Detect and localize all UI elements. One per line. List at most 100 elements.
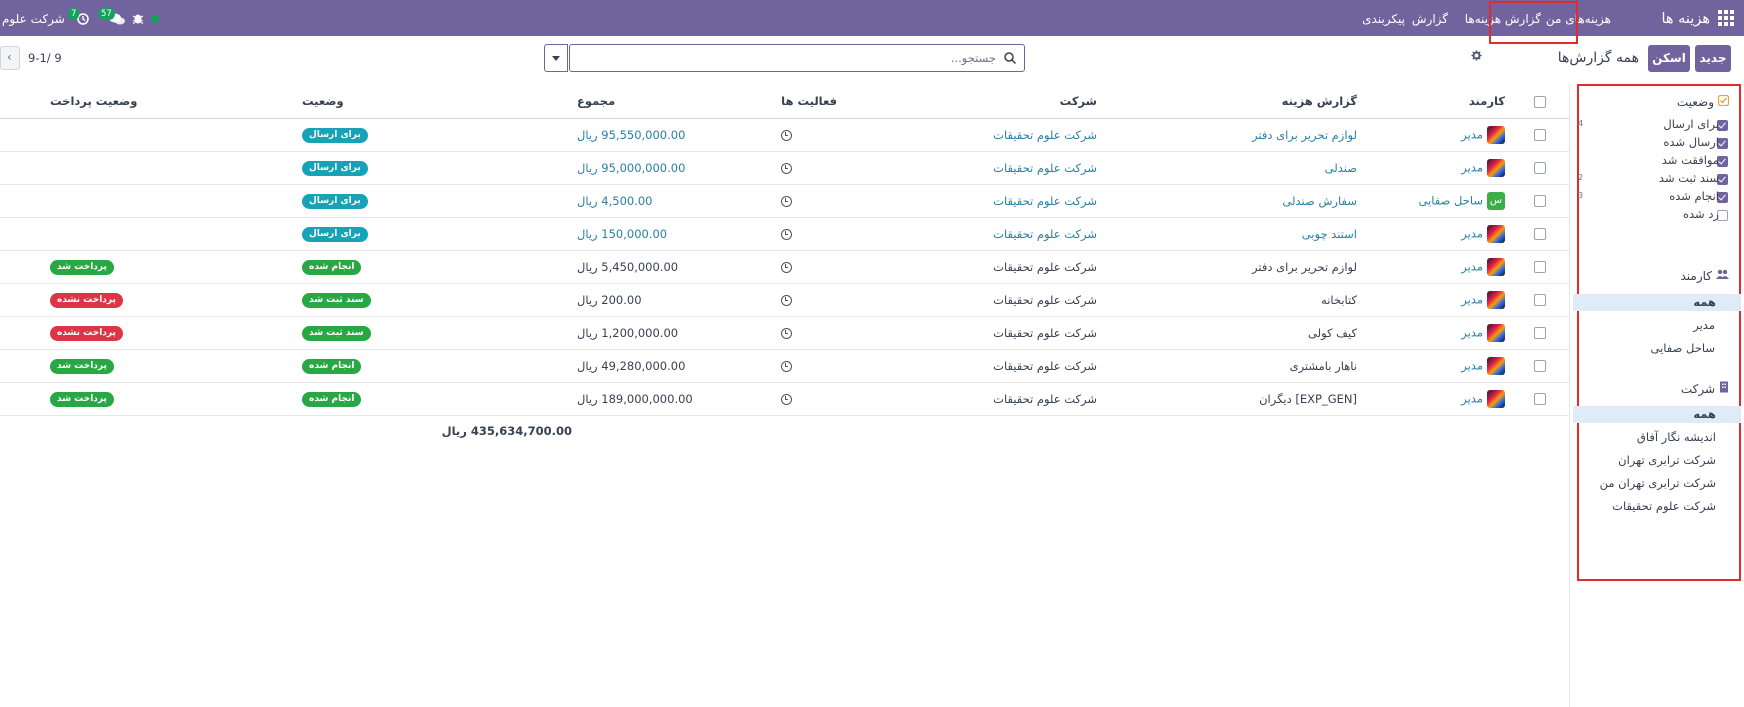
clock-icon[interactable]	[781, 195, 792, 207]
column-header-payment-status[interactable]: وضعیت پرداخت	[0, 85, 296, 119]
employee-name[interactable]: مدیر	[1461, 226, 1483, 240]
scan-button[interactable]: اسکن	[1648, 45, 1690, 72]
company-cell[interactable]: شرکت علوم تحقیقات	[843, 283, 1103, 317]
clock-icon[interactable]	[781, 294, 792, 306]
pager-previous-button[interactable]: ‹	[0, 46, 20, 70]
clock-icon[interactable]	[781, 261, 792, 273]
clock-icon[interactable]	[781, 162, 792, 174]
row-checkbox[interactable]	[1534, 393, 1546, 405]
column-header-report[interactable]: گزارش هزینه	[1103, 85, 1363, 119]
employee-filter-item[interactable]: همه	[1573, 294, 1741, 311]
company-cell[interactable]: شرکت علوم تحقیقات	[843, 217, 1103, 251]
company-filter-item[interactable]: شرکت ترابری تهران من	[1573, 475, 1741, 492]
employee-name[interactable]: مدیر	[1461, 259, 1483, 273]
company-cell[interactable]: شرکت علوم تحقیقات	[843, 118, 1103, 152]
status-filter-item[interactable]: سند ثبت شد	[1659, 171, 1719, 185]
employee-cell[interactable]: مدیر	[1363, 250, 1511, 284]
row-checkbox-cell[interactable]	[1511, 118, 1569, 152]
row-checkbox-cell[interactable]	[1511, 217, 1569, 251]
employee-cell[interactable]: مدیر	[1363, 382, 1511, 416]
row-checkbox[interactable]	[1534, 129, 1546, 141]
pager-value[interactable]: 9-1/ 9	[28, 44, 62, 72]
employee-cell[interactable]: مدیر	[1363, 349, 1511, 383]
employee-name[interactable]: مدیر	[1461, 358, 1483, 372]
report-cell[interactable]: لوازم تحریر برای دفتر	[1103, 250, 1363, 284]
table-row[interactable]: مدیر کیف کولی شرکت علوم تحقیقات 1,200,000.0…	[0, 316, 1569, 350]
activity-cell[interactable]	[706, 382, 843, 416]
table-row[interactable]: مدیر صندلی شرکت علوم تحقیقات 95,000,000.00 …	[0, 151, 1569, 185]
company-filter-item[interactable]: اندیشه نگار آفاق	[1573, 429, 1741, 446]
report-name[interactable]: استند چوبی	[1302, 227, 1357, 241]
report-name[interactable]: کتابخانه	[1321, 293, 1357, 307]
company-name[interactable]: شرکت علوم تحقیقات	[993, 392, 1097, 406]
activity-cell[interactable]	[706, 151, 843, 185]
report-name[interactable]: لوازم تحریر برای دفتر	[1252, 128, 1357, 142]
clock-icon[interactable]	[781, 129, 792, 141]
employee-cell[interactable]: مدیر	[1363, 118, 1511, 152]
company-cell[interactable]: شرکت علوم تحقیقات	[843, 316, 1103, 350]
company-name[interactable]: شرکت علوم تحقیقات	[993, 293, 1097, 307]
activity-cell[interactable]	[706, 316, 843, 350]
menu-configuration[interactable]: پیکربندی	[1362, 0, 1405, 38]
select-all-checkbox-cell[interactable]	[1511, 85, 1569, 119]
menu-reporting[interactable]: گزارش	[1412, 0, 1448, 38]
report-name[interactable]: صندلی	[1325, 161, 1357, 175]
company-name[interactable]: شرکت علوم تحقیقات	[993, 194, 1097, 208]
row-checkbox-cell[interactable]	[1511, 316, 1569, 350]
row-checkbox[interactable]	[1534, 228, 1546, 240]
activity-cell[interactable]	[706, 184, 843, 218]
row-checkbox-cell[interactable]	[1511, 151, 1569, 185]
company-cell[interactable]: شرکت علوم تحقیقات	[843, 184, 1103, 218]
employee-cell[interactable]: مدیر	[1363, 217, 1511, 251]
row-checkbox[interactable]	[1534, 261, 1546, 273]
activity-cell[interactable]	[706, 283, 843, 317]
clock-icon[interactable]	[781, 228, 792, 240]
row-checkbox[interactable]	[1534, 162, 1546, 174]
employee-name[interactable]: مدیر	[1461, 325, 1483, 339]
employee-cell[interactable]: مدیر	[1363, 283, 1511, 317]
company-cell[interactable]: شرکت علوم تحقیقات	[843, 382, 1103, 416]
row-checkbox[interactable]	[1534, 195, 1546, 207]
activity-cell[interactable]	[706, 217, 843, 251]
report-cell[interactable]: کیف کولی	[1103, 316, 1363, 350]
report-cell[interactable]: لوازم تحریر برای دفتر	[1103, 118, 1363, 152]
row-checkbox-cell[interactable]	[1511, 349, 1569, 383]
column-header-activities[interactable]: فعالیت ها	[706, 85, 843, 119]
row-checkbox-cell[interactable]	[1511, 184, 1569, 218]
activity-cell[interactable]	[706, 349, 843, 383]
company-switcher[interactable]: شرکت علوم	[2, 0, 65, 38]
status-filter-item[interactable]: موافقت شد	[1662, 153, 1719, 167]
activity-cell[interactable]	[706, 250, 843, 284]
report-name[interactable]: کیف کولی	[1308, 326, 1357, 340]
column-header-company[interactable]: شرکت	[843, 85, 1103, 119]
clock-icon[interactable]	[781, 393, 792, 405]
company-name[interactable]: شرکت علوم تحقیقات	[993, 326, 1097, 340]
table-row[interactable]: مدیر کتابخانه شرکت علوم تحقیقات 200.00 ریال…	[0, 283, 1569, 317]
search-icon[interactable]	[1003, 51, 1017, 65]
column-header-total[interactable]: مجموع	[571, 85, 706, 119]
report-cell[interactable]: ناهار بامشتری	[1103, 349, 1363, 383]
row-checkbox[interactable]	[1534, 360, 1546, 372]
clock-icon[interactable]	[781, 360, 792, 372]
report-cell[interactable]: [EXP_GEN] دیگران	[1103, 382, 1363, 416]
status-filter-item[interactable]: برای ارسال	[1663, 117, 1719, 131]
employee-cell[interactable]: مدیر	[1363, 316, 1511, 350]
table-row[interactable]: مدیر ناهار بامشتری شرکت علوم تحقیقات 49,280…	[0, 349, 1569, 383]
employee-cell[interactable]: سساحل صفایی	[1363, 184, 1511, 218]
column-header-employee[interactable]: کارمند	[1363, 85, 1511, 119]
table-row[interactable]: سساحل صفایی سفارش صندلی شرکت علوم تحقیقات 4…	[0, 184, 1569, 218]
row-checkbox-cell[interactable]	[1511, 283, 1569, 317]
search-options-toggle[interactable]	[544, 44, 568, 72]
search-input[interactable]	[576, 49, 996, 67]
row-checkbox-cell[interactable]	[1511, 382, 1569, 416]
status-filter-item[interactable]: انجام شده	[1669, 189, 1719, 203]
company-name[interactable]: شرکت علوم تحقیقات	[993, 260, 1097, 274]
company-cell[interactable]: شرکت علوم تحقیقات	[843, 151, 1103, 185]
employee-filter-item[interactable]: مدیر	[1573, 317, 1741, 334]
new-button[interactable]: جدید	[1695, 45, 1731, 72]
gear-icon[interactable]	[1471, 50, 1482, 64]
report-cell[interactable]: استند چوبی	[1103, 217, 1363, 251]
app-brand[interactable]: هزینه ها	[1661, 0, 1710, 38]
apps-menu-icon[interactable]	[1717, 9, 1735, 27]
column-header-status[interactable]: وضعیت	[296, 85, 571, 119]
